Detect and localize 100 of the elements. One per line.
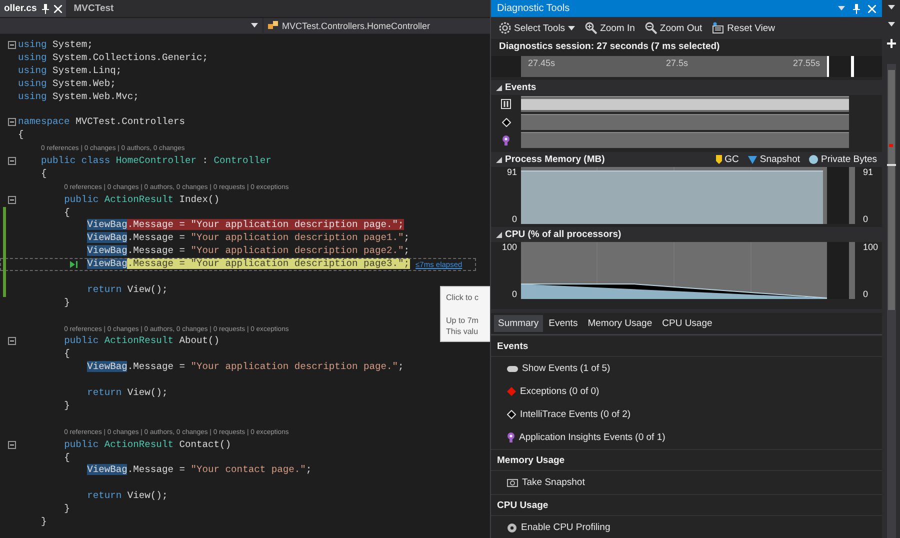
diamond-icon: [502, 118, 510, 126]
caret-icon[interactable]: [568, 26, 576, 30]
collapse-icon[interactable]: [8, 440, 16, 449]
panel-tab[interactable]: Events: [544, 315, 582, 332]
summary-link[interactable]: Application Insights Events (0 of 1): [491, 426, 882, 449]
code-line: public ActionResult Index(): [63, 194, 220, 207]
collapse-icon[interactable]: [8, 41, 16, 49]
run-to-cursor-icon[interactable]: [70, 261, 78, 268]
diamond-icon: [507, 410, 516, 419]
session-info: Diagnostics session: 27 seconds (7 ms selected): [498, 40, 721, 53]
tick-label: 27.55s: [793, 58, 820, 68]
code-line: return View();: [86, 387, 168, 400]
section-heading: Events: [491, 335, 882, 357]
summary-link[interactable]: IntelliTrace Events (0 of 2): [491, 403, 882, 426]
marker-icon: [716, 155, 722, 164]
axis-label: 0: [863, 289, 868, 299]
zoom-out-icon: [644, 22, 657, 34]
close-icon[interactable]: [868, 4, 876, 12]
pause-icon: [501, 99, 511, 109]
panel-tab[interactable]: Memory Usage: [584, 315, 656, 332]
scrollbar[interactable]: [886, 64, 896, 538]
tooltip-text: Click to c: [446, 292, 480, 303]
code-line: using System.Web;: [18, 78, 116, 91]
plus-icon[interactable]: [886, 39, 896, 48]
tick-label: 27.5s: [666, 58, 688, 68]
toolbar-button[interactable]: Select Tools: [497, 21, 578, 35]
axis-label: 91: [863, 167, 874, 177]
circle-icon: [809, 155, 818, 164]
gear-icon: [507, 522, 517, 532]
summary-link[interactable]: Show Events (1 of 5): [491, 357, 882, 380]
caret-icon[interactable]: [888, 5, 894, 10]
selection-marker[interactable]: [827, 56, 854, 77]
code-line: public class HomeController : Controller: [40, 155, 272, 168]
axis-label: 91: [506, 167, 517, 177]
expanded-icon[interactable]: [496, 232, 502, 238]
axis-label: 0: [863, 214, 868, 224]
class-icon: [268, 21, 278, 30]
toolbar-button[interactable]: Zoom In: [583, 21, 637, 35]
code-line: using System.Linq;: [18, 64, 122, 78]
reset-view-icon: [712, 22, 724, 34]
pin-icon[interactable]: [853, 4, 860, 14]
code-line: {: [18, 129, 24, 142]
code-line: ViewBag.Message = "Your application description page.";: [86, 361, 404, 374]
summary-link[interactable]: Take Snapshot: [491, 471, 882, 494]
code-line: {: [63, 206, 70, 220]
code-line: return View();: [86, 284, 168, 297]
section-heading: Memory Usage: [491, 449, 882, 471]
code-line: }: [63, 296, 70, 310]
axis-label: 100: [863, 242, 878, 252]
code-line: }: [40, 516, 47, 529]
code-line: ViewBag.Message = "Your application description page2.";: [86, 245, 410, 258]
axis-label: 100: [502, 242, 517, 252]
collapse-icon[interactable]: [8, 337, 16, 346]
collapse-icon[interactable]: [8, 118, 16, 126]
collapse-icon[interactable]: [8, 196, 16, 204]
code-line: using System.Web.Mvc;: [18, 90, 139, 104]
tick-label: 27.45s: [528, 58, 556, 68]
diamond-icon: [507, 387, 516, 396]
zoom-in-icon: [585, 22, 598, 34]
section-title: Process Memory (MB): [505, 154, 606, 165]
expanded-icon[interactable]: [496, 84, 502, 90]
panel-title: Diagnostic Tools: [497, 3, 571, 14]
tooltip-text: Up to 7m: [446, 315, 480, 326]
section-title: CPU (% of all processors): [505, 229, 622, 240]
section-title: Events: [505, 82, 538, 93]
editor-tab[interactable]: oller.cs: [0, 0, 66, 17]
code-line: return View();: [86, 490, 168, 504]
caret-icon[interactable]: [888, 22, 894, 27]
timeline-ruler[interactable]: 27.45s 27.5s 27.55s: [521, 56, 827, 77]
pill-icon: [507, 366, 518, 372]
legend-label: GC: [724, 154, 739, 165]
code-line: {: [63, 348, 70, 362]
panel-tab[interactable]: CPU Usage: [658, 315, 716, 332]
code-line: ViewBag.Message = "Your application description page3.";: [86, 258, 410, 272]
panel-tab[interactable]: Summary: [494, 315, 543, 332]
member-dropdown[interactable]: MVCTest.Controllers.HomeController: [264, 18, 490, 33]
code-line: using System;: [18, 39, 93, 52]
lightbulb-icon: [507, 432, 515, 443]
code-line: using System.Collections.Generic;: [18, 52, 208, 65]
expanded-icon[interactable]: [496, 156, 502, 162]
close-icon[interactable]: [54, 4, 62, 12]
caret-icon[interactable]: [251, 23, 258, 28]
triangle-icon: [748, 156, 757, 164]
toolbar-button[interactable]: Zoom Out: [642, 21, 704, 35]
legend-label: Private Bytes: [821, 154, 877, 165]
summary-link[interactable]: Exceptions (0 of 0): [491, 380, 882, 403]
pin-icon[interactable]: [42, 4, 49, 14]
code-line: public ActionResult Contact(): [63, 438, 232, 452]
lightbulb-icon: [502, 134, 510, 146]
code-line: }: [63, 400, 70, 413]
selection-region: [827, 242, 855, 299]
summary-link[interactable]: Enable CPU Profiling: [491, 516, 882, 538]
code-line: public ActionResult About(): [63, 335, 220, 348]
collapse-icon[interactable]: [8, 157, 16, 166]
toolbar-button[interactable]: Reset View: [710, 21, 778, 35]
tooltip-text: This valu: [446, 326, 480, 337]
legend-label: Snapshot: [760, 154, 800, 165]
code-line: ViewBag.Message = "Your application description page1.";: [86, 232, 410, 246]
code-line: namespace MVCTest.Controllers: [18, 116, 185, 130]
editor-tab[interactable]: MVCTest: [70, 0, 118, 17]
